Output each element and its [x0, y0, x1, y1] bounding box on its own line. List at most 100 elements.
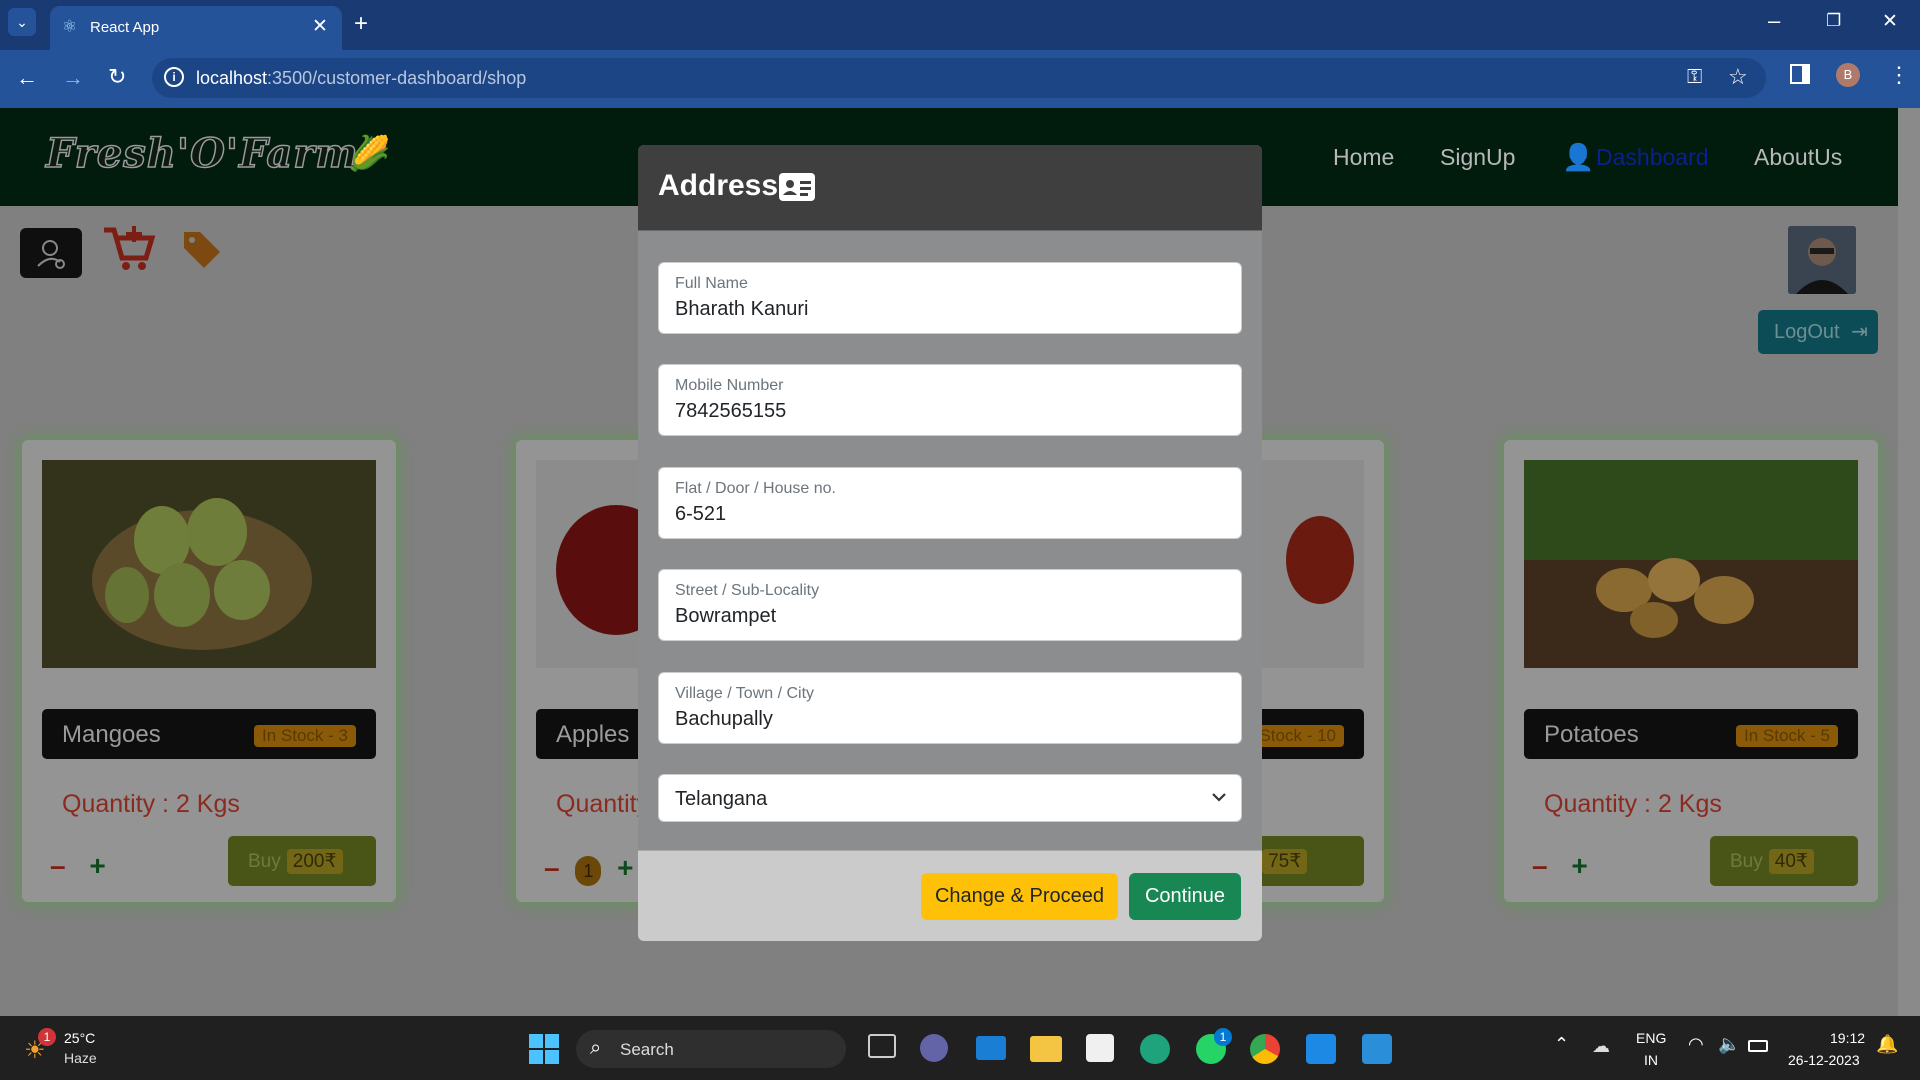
- photos-icon[interactable]: [1362, 1034, 1392, 1064]
- house-number-input[interactable]: 6-521: [675, 503, 1215, 526]
- stock-badge: In Stock - 3: [254, 725, 356, 747]
- tab-close-icon[interactable]: ✕: [312, 15, 328, 38]
- file-explorer-icon[interactable]: [1030, 1036, 1062, 1062]
- minimize-icon[interactable]: –: [1768, 8, 1780, 34]
- site-info-icon[interactable]: i: [164, 67, 184, 87]
- product-title-bar: Mangoes In Stock - 3: [42, 709, 376, 759]
- product-image-mangoes[interactable]: [42, 460, 376, 668]
- vscode-icon[interactable]: [1306, 1034, 1336, 1064]
- state-select[interactable]: Telangana: [658, 774, 1242, 822]
- back-icon[interactable]: ←: [16, 65, 38, 91]
- tab-search-button[interactable]: ⌄: [8, 8, 36, 36]
- mail-icon[interactable]: [976, 1036, 1006, 1060]
- buy-label: Buy: [1730, 851, 1763, 872]
- street-label: Street / Sub-Locality: [675, 582, 820, 599]
- street-field[interactable]: Street / Sub-Locality Bowrampet: [658, 569, 1242, 641]
- browser-tab-bar: ⌄ ⚛ React App ✕ + – ❐ ✕: [0, 0, 1920, 50]
- product-image-potatoes[interactable]: [1524, 460, 1858, 668]
- menu-icon[interactable]: ⋮: [1888, 62, 1910, 88]
- site-logo[interactable]: Fresh'O'Farm: [45, 129, 359, 178]
- product-name: Apples: [556, 721, 630, 748]
- edge-icon[interactable]: [1140, 1034, 1170, 1064]
- key-icon[interactable]: ⚿: [1687, 66, 1702, 89]
- increase-button[interactable]: +: [89, 850, 105, 881]
- decrease-button[interactable]: –: [1532, 850, 1548, 881]
- decrease-button[interactable]: –: [50, 850, 66, 881]
- windows-taskbar: ☀ 1 25°C Haze ⌕ Search 1 ⌃ ☁ ENG IN ◠ 🔈 …: [0, 1016, 1920, 1080]
- address-bar[interactable]: i localhost:3500/customer-dashboard/shop…: [152, 58, 1766, 98]
- house-number-label: Flat / Door / House no.: [675, 480, 836, 497]
- battery-icon[interactable]: [1748, 1040, 1768, 1052]
- search-icon: ⌕: [590, 1037, 602, 1059]
- increase-button[interactable]: +: [617, 852, 633, 883]
- logout-icon: ⇥: [1851, 321, 1868, 343]
- start-icon[interactable]: [529, 1034, 559, 1069]
- chrome-icon[interactable]: [1250, 1034, 1280, 1064]
- tab-title: React App: [90, 19, 160, 36]
- side-panel-icon[interactable]: [1790, 64, 1810, 84]
- product-quantity: Quantity : 2 Kgs: [62, 790, 240, 818]
- notification-bell-icon[interactable]: 🔔: [1876, 1034, 1898, 1055]
- street-input[interactable]: Bowrampet: [675, 605, 1215, 628]
- price-badge: 40₹: [1768, 849, 1814, 874]
- forward-icon[interactable]: →: [62, 65, 84, 91]
- modal-header: Address: [638, 145, 1262, 231]
- restore-icon[interactable]: ❐: [1826, 11, 1841, 31]
- new-tab-icon[interactable]: +: [354, 10, 368, 38]
- taskbar-search[interactable]: ⌕ Search: [576, 1030, 846, 1068]
- product-card-potatoes: Potatoes In Stock - 5 Quantity : 2 Kgs –…: [1504, 440, 1878, 902]
- city-input[interactable]: Bachupally: [675, 708, 1215, 731]
- logout-button[interactable]: LogOut ⇥: [1758, 310, 1878, 354]
- house-number-field[interactable]: Flat / Door / House no. 6-521: [658, 467, 1242, 539]
- language-top[interactable]: ENG: [1636, 1030, 1666, 1046]
- buy-label: Buy: [248, 851, 281, 872]
- store-icon[interactable]: [1086, 1034, 1114, 1062]
- nav-dashboard[interactable]: Dashboard: [1596, 144, 1709, 171]
- city-label: Village / Town / City: [675, 685, 815, 702]
- mobile-number-input[interactable]: 7842565155: [675, 400, 1215, 423]
- wifi-icon[interactable]: ◠: [1688, 1034, 1704, 1055]
- browser-tab[interactable]: ⚛ React App ✕: [50, 6, 342, 50]
- weather-desc: Haze: [64, 1050, 97, 1066]
- clock-time[interactable]: 19:12: [1830, 1030, 1865, 1046]
- buy-button[interactable]: Buy 40₹: [1710, 836, 1858, 886]
- profile-avatar[interactable]: B: [1836, 63, 1860, 87]
- tag-icon[interactable]: [180, 228, 224, 277]
- mobile-number-field[interactable]: Mobile Number 7842565155: [658, 364, 1242, 436]
- full-name-field[interactable]: Full Name Bharath Kanuri: [658, 262, 1242, 334]
- full-name-input[interactable]: Bharath Kanuri: [675, 298, 1215, 321]
- buy-button[interactable]: Buy 200₹: [228, 836, 376, 886]
- user-avatar[interactable]: [1788, 226, 1856, 294]
- page-scrollbar[interactable]: [1898, 108, 1920, 1016]
- increase-button[interactable]: +: [1571, 850, 1587, 881]
- whatsapp-badge: 1: [1214, 1028, 1232, 1046]
- nav-aboutus[interactable]: AboutUs: [1754, 144, 1842, 171]
- star-icon[interactable]: ☆: [1728, 64, 1748, 90]
- quantity-stepper: – +: [1532, 850, 1588, 882]
- url-text[interactable]: localhost:3500/customer-dashboard/shop: [196, 68, 526, 89]
- chevron-up-icon[interactable]: ⌃: [1554, 1034, 1569, 1055]
- profile-settings-button[interactable]: [20, 228, 82, 278]
- address-card-icon: [779, 173, 815, 201]
- address-modal: Address Full Name Bharath Kanuri Mobile …: [638, 145, 1262, 941]
- window-close-icon[interactable]: ✕: [1882, 10, 1898, 33]
- reload-icon[interactable]: ↻: [108, 64, 126, 90]
- continue-button[interactable]: Continue: [1129, 873, 1241, 920]
- corn-icon: 🌽: [348, 135, 391, 173]
- modal-footer: Change & Proceed Continue: [638, 850, 1262, 941]
- nav-signup[interactable]: SignUp: [1440, 144, 1515, 171]
- add-to-cart-icon[interactable]: [100, 222, 156, 279]
- city-field[interactable]: Village / Town / City Bachupally: [658, 672, 1242, 744]
- onedrive-icon[interactable]: ☁: [1592, 1036, 1610, 1057]
- product-quantity: Quantity: [556, 790, 650, 818]
- nav-home[interactable]: Home: [1333, 144, 1394, 171]
- volume-icon[interactable]: 🔈: [1718, 1034, 1740, 1055]
- teams-icon[interactable]: [920, 1034, 948, 1062]
- modal-title: Address: [658, 169, 779, 202]
- logout-label: LogOut: [1774, 321, 1840, 343]
- task-view-icon[interactable]: [868, 1034, 896, 1058]
- user-icon: 👤: [1562, 142, 1595, 172]
- change-and-proceed-button[interactable]: Change & Proceed: [921, 873, 1118, 920]
- weather-temp[interactable]: 25°C: [64, 1030, 95, 1046]
- decrease-button[interactable]: –: [544, 852, 560, 883]
